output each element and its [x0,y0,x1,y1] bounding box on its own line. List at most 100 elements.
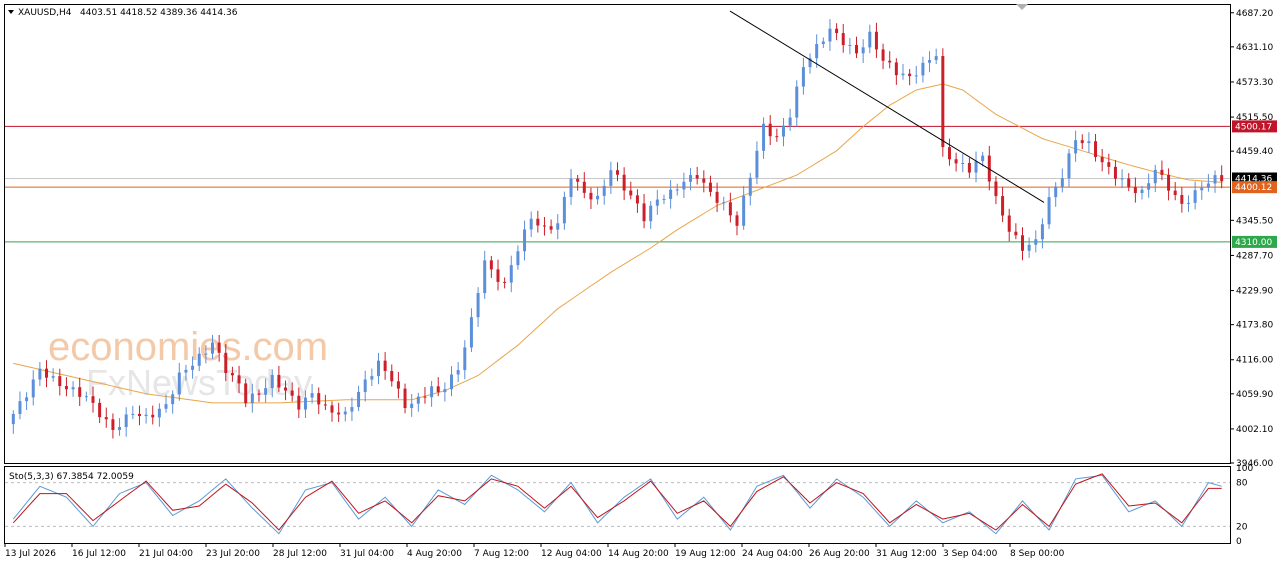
candle-body [11,414,15,425]
candle-body [250,393,254,404]
candle-body [974,161,978,173]
time-tick-label: 19 Aug 12:00 [675,549,736,559]
candle-body [98,402,102,418]
candle-body [131,413,135,415]
price-tick-label: 4287.70 [1236,251,1273,261]
chart-shift-marker-icon[interactable] [1016,4,1028,10]
candle-body [888,60,892,63]
trendline[interactable] [729,10,1045,203]
candle-body [211,342,214,354]
time-tick-label: 4 Aug 20:00 [407,549,462,559]
candle-body [509,265,513,283]
trendline-segment [729,10,1045,203]
candle-body [217,342,221,353]
candle-body [297,395,301,410]
symbol-dropdown-icon[interactable] [8,10,14,14]
candle-body [815,44,819,59]
candle-body [662,198,666,200]
candle-body [363,379,367,392]
candle-body [191,365,195,370]
candle-body [1220,175,1224,182]
candle-body [144,414,148,417]
candle-body [702,178,706,183]
candle-body [914,75,918,77]
candle-body [443,389,447,393]
time-tick-label: 23 Jul 20:00 [206,549,260,559]
candle-body [469,317,473,348]
candle-body [596,195,600,200]
candle-body [303,397,307,410]
candle-body [277,374,281,388]
candle-body [71,387,75,390]
candle-body [496,269,500,282]
candle-body [569,178,573,197]
time-tick-label: 16 Jul 12:00 [72,549,126,559]
candle-body [715,191,719,203]
candle-body [748,177,752,196]
candle-body [1113,166,1117,179]
candle-body [317,393,321,405]
candle-body [682,181,686,190]
candle-body [124,414,128,427]
candle-body [675,189,679,191]
candle-body [64,386,68,390]
candle-body [642,203,646,222]
candle-body [224,352,228,374]
candle-body [310,393,314,398]
candle-body [157,408,161,418]
stoch-axis-label: 80 [1236,479,1248,489]
candle-body [58,376,62,387]
candle-body [197,353,201,366]
price-level-label: 4310.00 [1235,238,1272,248]
candle-body [284,387,288,391]
candle-body [954,159,958,164]
candle-body [589,192,593,200]
candle-body [602,185,606,196]
candle-body [476,293,480,318]
candle-body [562,196,566,224]
time-tick-label: 13 Jul 2026 [5,549,56,559]
candle-body [343,411,347,415]
time-tick-label: 26 Aug 20:00 [809,549,870,559]
candle-body [542,225,546,227]
candle-body [383,360,387,371]
time-tick-label: 31 Aug 12:00 [876,549,937,559]
candle-body [801,67,805,87]
price-chart[interactable]: economies.com FxNewsToday XAUUSD,H4 4403… [0,0,1280,567]
candle-body [1080,140,1084,144]
time-tick-label: 21 Jul 04:00 [139,549,193,559]
candle-body [934,56,938,61]
candle-body [549,226,553,230]
candle-body [1206,183,1210,188]
candle-body [576,178,580,182]
price-tick-label: 4345.50 [1236,216,1273,226]
candle-body [529,218,533,230]
candle-body [855,44,859,54]
time-tick-label: 28 Jul 12:00 [273,549,327,559]
candle-body [1213,175,1217,184]
candle-body [1127,178,1131,188]
candle-body [483,260,487,294]
stoch-axis-label: 0 [1236,537,1242,547]
time-tick-label: 7 Aug 12:00 [474,549,529,559]
candle-body [357,391,361,408]
candle-body [423,396,427,398]
candle-body [947,147,951,160]
time-tick-label: 24 Aug 04:00 [742,549,803,559]
candle-body [523,229,527,252]
candle-body [1120,178,1124,180]
candle-body [164,404,168,409]
price-tick-label: 4687.20 [1236,9,1273,19]
candle-body [1180,195,1184,204]
candle-body [881,49,885,61]
candle-body [264,388,268,395]
candle-body [655,199,659,206]
candle-body [403,388,407,408]
candle-body [1147,183,1151,190]
candle-body [775,136,779,138]
candle-body [151,414,155,418]
candle-body [768,123,772,137]
candle-body [1133,187,1137,194]
candle-body [582,181,586,193]
candle-body [735,215,739,226]
